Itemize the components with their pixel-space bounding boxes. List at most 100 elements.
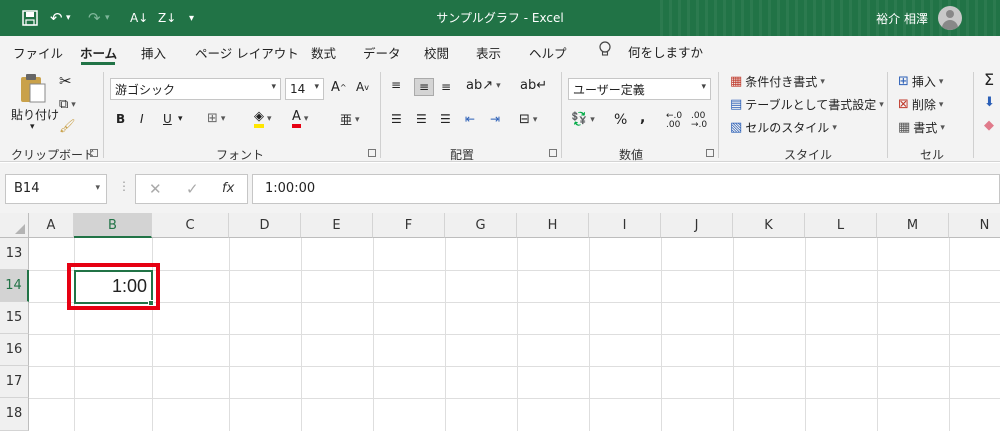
decrease-indent-icon[interactable]: ⇤ <box>465 112 475 126</box>
insert-cells-label: 挿入 <box>911 75 936 89</box>
orientation-icon[interactable]: ab↗ ▾ <box>466 78 501 93</box>
active-cell-b14[interactable]: 1:00 <box>74 270 153 304</box>
tab-help[interactable]: ヘルプ <box>529 43 567 62</box>
row-header-13[interactable]: 13 <box>0 238 29 270</box>
currency-icon[interactable]: 💱 ▾ <box>571 112 595 127</box>
chevron-down-icon: ▾ <box>95 183 100 193</box>
comma-button[interactable]: , <box>640 110 645 126</box>
align-center-icon[interactable]: ☰ <box>416 112 427 126</box>
tell-me-label: 何をしますか <box>628 45 704 60</box>
fill-handle[interactable] <box>148 300 154 306</box>
cancel-icon[interactable]: ✕ <box>149 180 162 198</box>
cell-styles-label: セルのスタイル <box>745 121 830 135</box>
gridline <box>29 270 1000 271</box>
font-launcher-icon[interactable] <box>368 149 376 157</box>
tab-view[interactable]: 表示 <box>476 43 501 62</box>
row-header-15[interactable]: 15 <box>0 302 29 334</box>
font-name-select[interactable]: 游ゴシック ▾ <box>110 78 281 100</box>
border-icon[interactable]: ⊞ ▾ <box>207 111 225 126</box>
tab-data[interactable]: データ <box>363 43 401 62</box>
merge-center-icon[interactable]: ⊟ ▾ <box>519 112 537 127</box>
format-as-table-button[interactable]: ▤ テーブルとして書式設定 ▾ <box>730 96 884 113</box>
bold-button[interactable]: B <box>116 112 125 126</box>
align-top-icon[interactable]: ≡ <box>391 78 401 92</box>
column-header-m[interactable]: M <box>877 213 949 238</box>
column-header-b[interactable]: B <box>74 213 152 238</box>
tab-file[interactable]: ファイル <box>13 43 63 62</box>
italic-button[interactable]: I <box>140 112 144 126</box>
tab-review[interactable]: 校閲 <box>424 43 449 62</box>
name-box-value: B14 <box>14 181 40 196</box>
increase-decimal-icon[interactable]: ←.0.00 <box>666 112 682 130</box>
fill-color-button[interactable]: ◈ ▾ <box>254 109 272 128</box>
increase-indent-icon[interactable]: ⇥ <box>490 112 500 126</box>
align-middle-icon[interactable]: ≡ <box>414 78 435 96</box>
alignment-launcher-icon[interactable] <box>549 149 557 157</box>
row-header-16[interactable]: 16 <box>0 334 29 366</box>
column-header-c[interactable]: C <box>152 213 229 238</box>
copy-icon[interactable]: ⧉ ▾ <box>59 97 76 112</box>
column-header-e[interactable]: E <box>301 213 373 238</box>
wrap-text-icon[interactable]: ab↵ <box>520 78 547 93</box>
formula-input[interactable]: 1:00:00 <box>252 174 1000 204</box>
format-painter-icon[interactable]: 🖌 <box>59 119 76 134</box>
select-all-button[interactable] <box>0 213 29 238</box>
tab-home[interactable]: ホーム <box>80 43 117 62</box>
column-header-a[interactable]: A <box>29 213 74 238</box>
tab-page-layout[interactable]: ページ レイアウト <box>195 43 299 62</box>
underline-dropdown-icon[interactable]: ▾ <box>178 114 183 124</box>
phonetic-icon[interactable]: 亜 ▾ <box>340 111 360 128</box>
avatar[interactable] <box>938 6 962 30</box>
clipboard-launcher-icon[interactable] <box>90 149 98 157</box>
cut-icon[interactable]: ✂ <box>59 72 72 90</box>
font-size-select[interactable]: 14 ▾ <box>285 78 324 100</box>
number-launcher-icon[interactable] <box>706 149 714 157</box>
format-cells-button[interactable]: ▦ 書式 ▾ <box>898 119 945 136</box>
column-header-g[interactable]: G <box>445 213 517 238</box>
number-format-select[interactable]: ユーザー定義 ▾ <box>568 78 711 100</box>
column-header-f[interactable]: F <box>373 213 445 238</box>
delete-cells-button[interactable]: ⊠ 削除 ▾ <box>898 96 943 113</box>
ribbon-tabs: ファイル ホーム 挿入 ページ レイアウト 数式 データ 校閲 表示 ヘルプ <box>0 36 1000 66</box>
font-color-icon: A <box>292 109 301 128</box>
autosum-icon[interactable]: Σ <box>984 70 994 89</box>
styles-group-label: スタイル <box>784 148 833 162</box>
formula-bar-grip-icon: ⋮ <box>118 179 130 193</box>
percent-button[interactable]: % <box>614 112 627 128</box>
tab-insert[interactable]: 挿入 <box>141 43 166 62</box>
row-header-14[interactable]: 14 <box>0 270 29 302</box>
cell-styles-button[interactable]: ▧ セルのスタイル ▾ <box>730 119 837 136</box>
decrease-decimal-icon[interactable]: .00 →.0 <box>691 112 707 130</box>
conditional-formatting-button[interactable]: ▦ 条件付き書式 ▾ <box>730 73 825 90</box>
column-header-l[interactable]: L <box>805 213 877 238</box>
column-header-h[interactable]: H <box>517 213 589 238</box>
column-header-n[interactable]: N <box>949 213 1000 238</box>
clear-icon[interactable]: ◆ <box>984 118 994 133</box>
name-box[interactable]: B14 ▾ <box>5 174 107 204</box>
row-header-18[interactable]: 18 <box>0 398 29 431</box>
fill-icon[interactable]: ⬇ <box>984 95 995 110</box>
enter-icon[interactable]: ✓ <box>186 180 199 198</box>
format-cells-label: 書式 <box>913 121 938 135</box>
column-header-j[interactable]: J <box>661 213 733 238</box>
underline-button[interactable]: U <box>163 112 172 126</box>
align-bottom-icon[interactable]: ≡ <box>441 80 451 94</box>
column-header-k[interactable]: K <box>733 213 805 238</box>
paste-label[interactable]: 貼り付け <box>11 106 59 123</box>
align-right-icon[interactable]: ☰ <box>440 112 451 126</box>
align-left-icon[interactable]: ☰ <box>391 112 402 126</box>
increase-font-size-icon[interactable]: A ^ <box>331 80 347 95</box>
paste-button[interactable] <box>18 72 48 104</box>
decrease-font-size-icon[interactable]: Av <box>356 80 369 94</box>
conditional-formatting-label: 条件付き書式 <box>745 75 818 89</box>
tab-formulas[interactable]: 数式 <box>311 43 336 62</box>
insert-cells-button[interactable]: ⊞ 挿入 ▾ <box>898 73 943 90</box>
row-header-17[interactable]: 17 <box>0 366 29 398</box>
column-header-i[interactable]: I <box>589 213 661 238</box>
worksheet-grid[interactable]: A B C D E F G H I J K L M N 13 14 15 16 … <box>0 213 1000 431</box>
column-header-d[interactable]: D <box>229 213 301 238</box>
insert-function-button[interactable]: fx <box>222 181 234 196</box>
user-name[interactable]: 裕介 相澤 <box>876 10 928 27</box>
font-color-button[interactable]: A ▾ <box>292 109 308 128</box>
paste-dropdown-icon[interactable]: ▾ <box>30 122 35 132</box>
